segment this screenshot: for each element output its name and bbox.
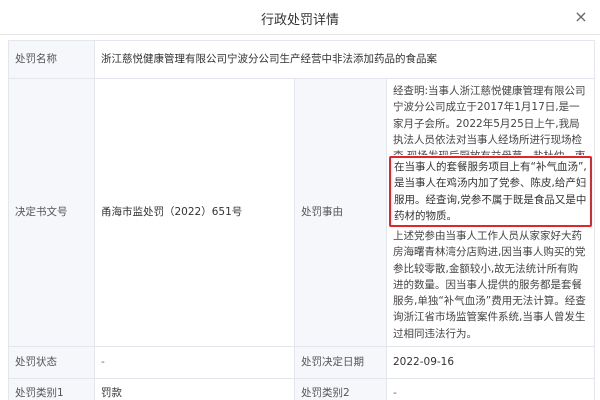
table-row: 决定书文号 甬海市监处罚（2022）651号 处罚事由 经查明:当事人浙江慈悦健… [8,78,596,347]
category1-value: 罚款 [94,377,295,400]
reason-value: 经查明:当事人浙江慈悦健康管理有限公司宁波分公司成立于2017年1月17日,是一… [385,78,596,347]
status-label: 处罚状态 [8,345,95,379]
status-value: - [94,345,295,379]
dialog-header: 行政处罚详情 × [0,0,600,35]
category2-value: - [385,377,596,400]
table-row: 处罚类别1 罚款 处罚类别2 - [8,377,596,400]
reason-highlight-box: 在当事人的套餐服务项目上有“补气血汤”,是当事人在鸡汤内加了党参、陈皮,给产妇服… [389,156,593,228]
decision-date-label: 处罚决定日期 [294,345,387,379]
table-row: 处罚状态 - 处罚决定日期 2022-09-16 [8,345,596,379]
decision-no-value: 甬海市监处罚（2022）651号 [94,78,295,347]
category2-label: 处罚类别2 [294,377,387,400]
reason-label: 处罚事由 [294,78,387,347]
dialog-title: 行政处罚详情 [260,13,339,28]
category1-label: 处罚类别1 [8,377,95,400]
table-row: 处罚名称 浙江慈悦健康管理有限公司宁波分公司生产经营中非法添加药品的食品案 [8,40,596,79]
reason-text-after: 上述党参由当事人工作人员从家家好大药房海曙青林湾分店购进,因当事人购买的党参比较… [393,230,586,340]
reason-text-before: 经查明:当事人浙江慈悦健康管理有限公司宁波分公司成立于2017年1月17日,是一… [393,85,586,155]
decision-no-label: 决定书文号 [8,78,95,347]
penalty-detail-table: 处罚名称 浙江慈悦健康管理有限公司宁波分公司生产经营中非法添加药品的食品案 决定… [8,40,596,400]
penalty-name-label: 处罚名称 [8,40,95,79]
close-icon[interactable]: × [572,8,590,26]
penalty-name-value: 浙江慈悦健康管理有限公司宁波分公司生产经营中非法添加药品的食品案 [93,40,596,79]
decision-date-value: 2022-09-16 [385,345,596,379]
